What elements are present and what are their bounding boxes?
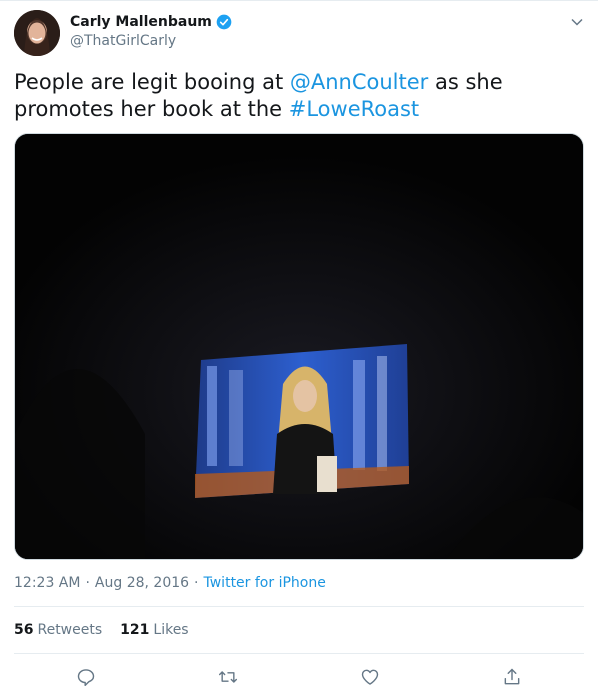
hashtag-link[interactable]: #LoweRoast: [289, 97, 419, 121]
share-icon: [504, 668, 520, 685]
tweet-photo[interactable]: [14, 133, 584, 560]
chevron-down-icon[interactable]: [570, 15, 584, 29]
retweets-stat[interactable]: 56 Retweets: [14, 622, 102, 638]
verified-badge-icon: [216, 14, 232, 30]
like-icon: [361, 669, 379, 685]
mention-link[interactable]: @AnnCoulter: [290, 70, 428, 94]
likes-label: Likes: [153, 622, 189, 638]
retweets-count: 56: [14, 622, 34, 638]
share-button[interactable]: [500, 665, 524, 689]
likes-stat[interactable]: 121 Likes: [120, 622, 188, 638]
photo-image: [15, 134, 583, 559]
likes-count: 121: [120, 622, 150, 638]
author-name-row[interactable]: Carly Mallenbaum: [70, 14, 232, 30]
display-name[interactable]: Carly Mallenbaum: [70, 14, 212, 30]
avatar-image: [14, 10, 60, 56]
like-button[interactable]: [358, 665, 382, 689]
tweet-source[interactable]: Twitter for iPhone: [204, 575, 326, 591]
author-handle[interactable]: @ThatGirlCarly: [70, 33, 176, 49]
separator-dot: ·: [85, 575, 90, 591]
tweet-text: People are legit booing at @AnnCoulter a…: [14, 69, 574, 123]
tweet-text-part: People are legit booing at: [14, 70, 290, 94]
engagement-stats: 56 Retweets 121 Likes: [14, 622, 189, 638]
reply-icon: [77, 669, 95, 687]
retweet-icon: [218, 671, 238, 683]
tweet-time[interactable]: 12:23 AM: [14, 575, 80, 591]
tweet-date[interactable]: Aug 28, 2016: [95, 575, 189, 591]
separator-dot: ·: [194, 575, 199, 591]
divider: [14, 606, 584, 607]
action-bar: [0, 665, 598, 691]
reply-button[interactable]: [74, 665, 98, 689]
avatar[interactable]: [14, 10, 60, 56]
retweet-button[interactable]: [216, 665, 240, 689]
tweet-card: Carly Mallenbaum @ThatGirlCarly People a…: [0, 0, 598, 699]
tweet-metadata: 12:23 AM · Aug 28, 2016 · Twitter for iP…: [14, 575, 326, 591]
divider: [14, 653, 584, 654]
retweets-label: Retweets: [37, 622, 103, 638]
